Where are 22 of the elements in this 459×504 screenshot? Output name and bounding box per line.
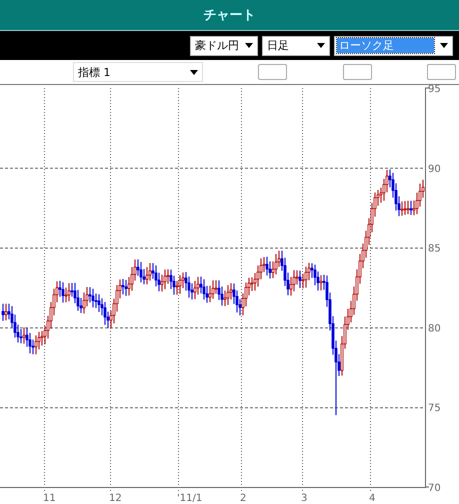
axis-label: 2: [240, 493, 246, 504]
indicator-dropdown[interactable]: 指標 1: [73, 62, 203, 82]
axis-label: 11: [43, 493, 56, 504]
input-field[interactable]: [343, 64, 372, 80]
axis-label: 85: [428, 244, 441, 255]
dropdown[interactable]: 豪ドル円: [190, 36, 258, 56]
axis-label: 70: [428, 483, 441, 494]
caret-icon: [245, 43, 253, 48]
input-field[interactable]: [427, 64, 456, 80]
axis-label: 90: [428, 164, 441, 175]
axis-label: 80: [428, 323, 441, 334]
axis-label: 4: [369, 493, 376, 504]
input-field[interactable]: [258, 64, 287, 80]
axis-label: 3: [301, 493, 308, 504]
dropdown[interactable]: 日足: [262, 36, 330, 56]
axis-label: '11/1: [177, 493, 202, 504]
caret-icon: [317, 43, 325, 48]
axis-label: 75: [428, 403, 441, 414]
caret-icon: [190, 70, 198, 74]
axis-label: 12: [109, 493, 122, 504]
window-title: チャート: [204, 7, 256, 24]
caret-icon: [440, 43, 448, 48]
